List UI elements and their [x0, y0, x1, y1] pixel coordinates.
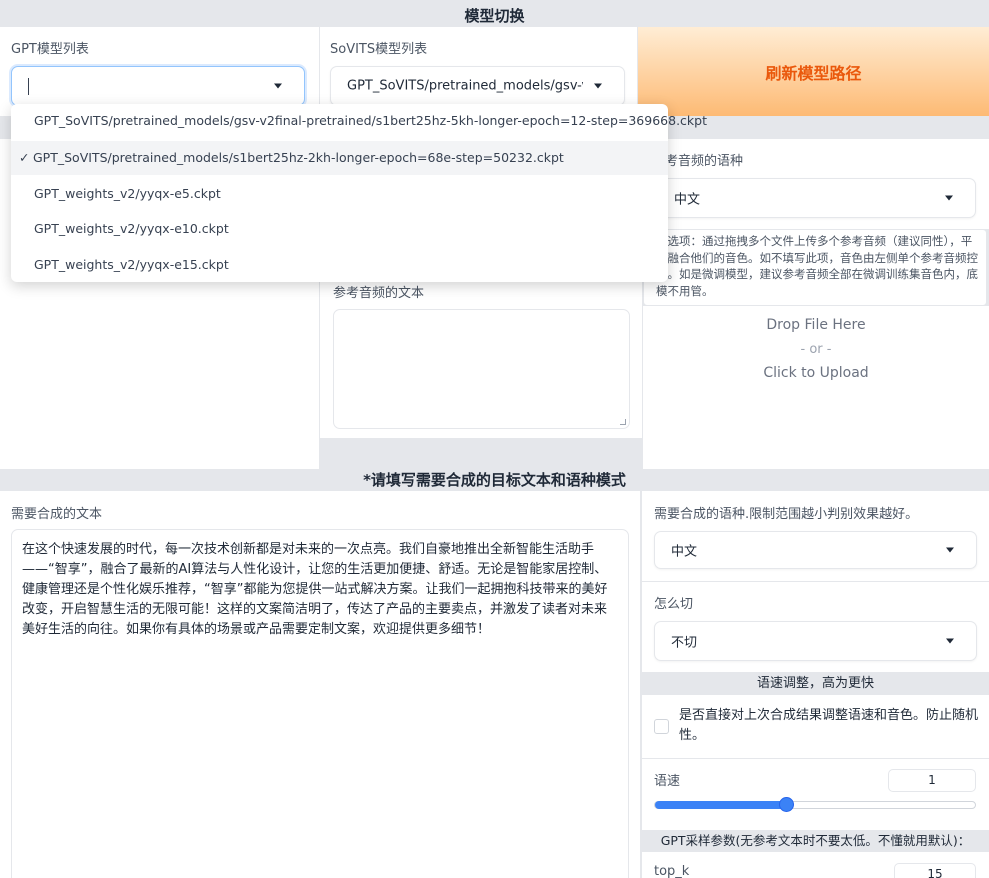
ref-lang-dropdown[interactable]: 中文: [653, 178, 976, 218]
top-k-label: top_k: [654, 864, 690, 878]
synthesis-lang-value: 中文: [671, 544, 698, 560]
chevron-down-icon: [274, 83, 282, 89]
refresh-model-path-button[interactable]: 刷新模型路径: [638, 27, 989, 116]
adjust-last-result-label: 是否直接对上次合成结果调整语速和音色。防止随机性。: [679, 708, 979, 743]
cut-method-dropdown[interactable]: 不切: [654, 621, 977, 661]
multi-ref-note: 可选项：通过拖拽多个文件上传多个参考音频（建议同性），平均融合他们的音色。如不填…: [656, 234, 978, 298]
target-text-input[interactable]: 在这个快速发展的时代，每一次技术创新都是对未来的一次点亮。我们自豪地推出全新智能…: [11, 529, 629, 878]
top-k-panel: top_k 15: [642, 852, 989, 878]
drop-file-text: Drop File Here: [766, 317, 866, 333]
gpt-model-options-menu: GPT_SoVITS/pretrained_models/gsv-v2final…: [11, 104, 707, 282]
gpt-model-option[interactable]: GPT_weights_v2/yyqx-e10.ckpt: [11, 212, 668, 246]
gpt-model-option[interactable]: GPT_weights_v2/yyqx-e5.ckpt: [11, 177, 668, 211]
reference-lang-panel: 考音频的语种 中文: [643, 139, 989, 229]
speed-panel: 语速 1: [642, 759, 989, 830]
gpt-model-option[interactable]: GPT_weights_v2/yyqx-e15.ckpt: [11, 248, 668, 282]
chevron-down-icon: [594, 83, 602, 89]
gpt-params-header: GPT采样参数(无参考文本时不要太低。不懂就用默认)：: [642, 830, 989, 852]
chevron-down-icon: [945, 195, 953, 201]
target-text-panel: 需要合成的文本 在这个快速发展的时代，每一次技术创新都是对未来的一次点亮。我们自…: [0, 491, 640, 878]
ref-lang-label: 考音频的语种: [665, 154, 744, 169]
model-switch-header: 模型切换: [0, 5, 989, 27]
speed-number-input[interactable]: 1: [888, 769, 976, 792]
top-k-number-input[interactable]: 15: [894, 863, 976, 878]
adjust-last-result-checkbox[interactable]: [654, 719, 669, 734]
synthesis-lang-dropdown[interactable]: 中文: [654, 531, 977, 569]
adjust-last-result-panel: 是否直接对上次合成结果调整语速和音色。防止随机性。: [642, 695, 989, 758]
checkmark-icon: ✓: [19, 150, 30, 165]
gpt-model-option-label: GPT_SoVITS/pretrained_models/s1bert25hz-…: [33, 150, 564, 165]
sovits-model-dropdown[interactable]: GPT_SoVITS/pretrained_models/gsv-v2final…: [330, 66, 625, 106]
ref-text-input[interactable]: [333, 309, 630, 429]
ref-text-label: 参考音频的文本: [333, 286, 425, 301]
multi-ref-upload-area[interactable]: Drop File Here - or - Click to Upload: [643, 306, 989, 469]
chevron-down-icon: [946, 638, 954, 644]
synthesis-lang-label: 需要合成的语种.限制范围越小判别效果越好。: [654, 507, 919, 522]
multi-ref-note-panel: 可选项：通过拖拽多个文件上传多个参考音频（建议同性），平均融合他们的音色。如不填…: [643, 229, 987, 306]
speed-slider-track[interactable]: [654, 797, 976, 812]
text-cursor: [28, 78, 29, 95]
sovits-model-value: GPT_SoVITS/pretrained_models/gsv-v2final…: [347, 78, 583, 94]
gpt-model-dropdown[interactable]: [11, 66, 305, 106]
resize-handle-icon[interactable]: [620, 419, 626, 425]
cut-method-label: 怎么切: [654, 597, 694, 612]
gpt-model-option-selected[interactable]: ✓ GPT_SoVITS/pretrained_models/s1bert25hz…: [11, 141, 668, 175]
gpt-model-label: GPT模型列表: [11, 42, 89, 57]
reference-text-panel: 参考音频的文本: [320, 270, 642, 438]
synthesis-header: *请填写需要合成的目标文本和语种模式: [0, 469, 989, 491]
cut-method-panel: 怎么切 不切: [642, 582, 989, 672]
chevron-down-icon: [946, 547, 954, 553]
synthesis-lang-panel: 需要合成的语种.限制范围越小判别效果越好。 中文: [642, 491, 989, 581]
speed-slider-thumb[interactable]: [779, 797, 795, 812]
click-upload-text: Click to Upload: [763, 365, 869, 381]
speed-label: 语速: [654, 774, 681, 789]
cut-method-value: 不切: [671, 635, 698, 651]
gpt-model-panel: GPT模型列表: [0, 27, 319, 116]
sovits-model-panel: SoVITS模型列表 GPT_SoVITS/pretrained_models/…: [320, 27, 637, 116]
sovits-model-label: SoVITS模型列表: [330, 42, 428, 57]
gpt-model-option[interactable]: GPT_SoVITS/pretrained_models/gsv-v2final…: [11, 104, 707, 138]
ref-lang-value: 中文: [674, 192, 701, 208]
target-text-value: 在这个快速发展的时代，每一次技术创新都是对未来的一次点亮。我们自豪地推出全新智能…: [22, 542, 608, 637]
or-text: - or -: [800, 342, 832, 357]
target-text-label: 需要合成的文本: [11, 507, 103, 522]
speed-adjust-header: 语速调整，高为更快: [642, 673, 989, 695]
speed-slider-fill: [655, 801, 788, 809]
refresh-button-label: 刷新模型路径: [765, 63, 862, 83]
